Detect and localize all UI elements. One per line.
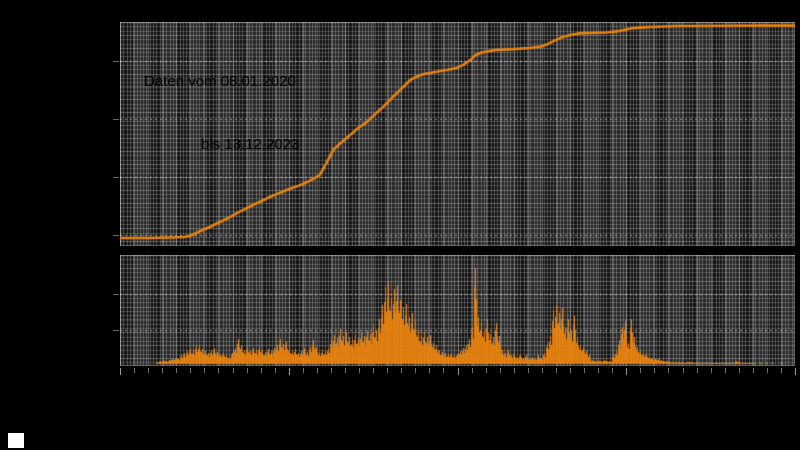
y-axis-tick: [113, 294, 119, 295]
x-axis-tick: [584, 368, 586, 373]
x-axis-tick: [626, 368, 628, 375]
x-axis-tick: [682, 368, 684, 373]
x-axis-tick: [668, 368, 670, 373]
x-axis-tick: [752, 368, 754, 373]
x-axis-tick: [316, 368, 318, 373]
x-axis-tick: [654, 368, 656, 373]
x-axis-tick: [555, 368, 557, 373]
x-axis-tick: [429, 368, 431, 373]
x-axis-tick: [598, 368, 600, 373]
x-axis-tick: [120, 368, 121, 375]
x-axis-tick: [471, 368, 473, 373]
x-axis-tick: [443, 368, 445, 373]
x-axis-tick: [738, 368, 740, 373]
daily-bars-chart: [120, 255, 795, 366]
chart-screenshot: { "annotation": { "line1": "Daten vom 08…: [0, 0, 800, 450]
x-axis-tick: [724, 368, 726, 373]
x-axis-tick: [415, 368, 417, 373]
x-axis-tick: [246, 368, 248, 373]
x-axis-tick: [148, 368, 150, 373]
x-axis-tick: [330, 368, 332, 373]
x-axis-tick: [513, 368, 515, 373]
date-range-line1: Daten vom 08.01.2020: [144, 73, 296, 90]
x-axis-tick: [401, 368, 403, 373]
x-axis-tick: [780, 368, 782, 373]
x-axis-tick: [232, 368, 234, 373]
x-axis-tick: [795, 368, 796, 375]
y-axis-tick: [113, 235, 119, 236]
x-axis-tick: [288, 368, 290, 375]
x-axis-tick: [696, 368, 698, 373]
x-axis-tick: [527, 368, 529, 373]
x-axis-tick: [359, 368, 361, 373]
date-range-annotation: Daten vom 08.01.2020 bis 13.12.2023: [144, 29, 299, 176]
x-axis-tick: [274, 368, 276, 373]
x-axis-tick: [499, 368, 501, 373]
y-axis-tick: [113, 177, 119, 178]
x-axis-tick: [570, 368, 571, 373]
x-axis-tick: [302, 368, 304, 373]
white-square-artifact: [8, 433, 24, 448]
x-axis-tick: [190, 368, 192, 373]
x-axis-tick: [541, 368, 543, 373]
x-axis-tick: [612, 368, 614, 373]
x-axis-tick: [345, 368, 346, 373]
x-axis-tick: [176, 368, 178, 373]
x-axis-tick: [373, 368, 375, 373]
daily-bars-panel: [120, 255, 795, 366]
x-axis-tick: [134, 368, 136, 373]
x-axis-tick: [640, 368, 642, 373]
x-axis-tick: [766, 368, 768, 373]
x-axis-tick: [710, 368, 712, 373]
y-axis-tick: [113, 61, 119, 62]
y-axis-tick: [113, 119, 119, 120]
x-axis-tick: [162, 368, 164, 373]
x-axis-tick: [218, 368, 220, 373]
x-axis-tick: [204, 368, 206, 373]
x-axis-tick: [457, 368, 459, 375]
x-axis-tick: [485, 368, 487, 373]
y-axis-tick: [113, 330, 119, 331]
date-range-line2: bis 13.12.2023: [201, 136, 300, 153]
x-axis-tick: [387, 368, 389, 373]
x-axis-tick: [260, 368, 262, 373]
